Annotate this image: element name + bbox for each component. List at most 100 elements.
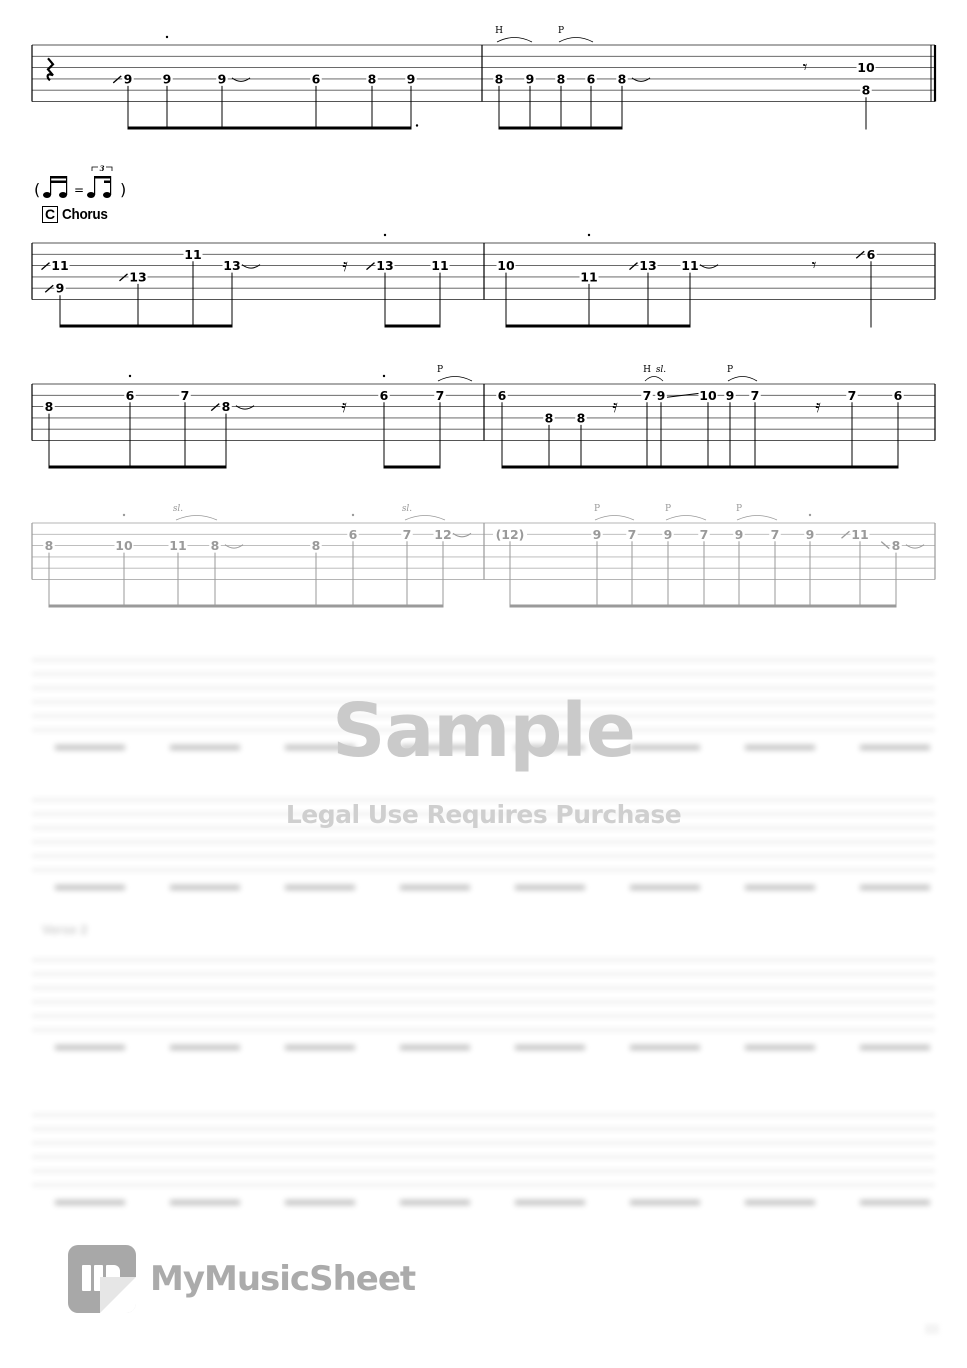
note: 7P — [434, 365, 473, 469]
beam — [167, 126, 222, 130]
fret-number: 11 — [184, 247, 201, 262]
fret-number: 10 — [115, 538, 133, 553]
watermark-title: Sample — [332, 688, 636, 774]
beam — [372, 126, 411, 130]
note: 9 — [524, 71, 536, 130]
blurred-beam — [630, 1200, 700, 1205]
technique-label: P — [736, 504, 742, 514]
note: 11 — [183, 247, 203, 328]
beam — [49, 465, 130, 469]
tie-icon — [224, 544, 244, 549]
fret-number: 9 — [735, 527, 744, 542]
note: 10 — [698, 388, 718, 469]
slide-in-icon — [880, 541, 890, 550]
fret-number: 9 — [726, 388, 735, 403]
fret-number: 11 — [169, 538, 186, 553]
equals-sign: = — [74, 183, 84, 197]
beam — [589, 324, 648, 328]
note: 9 — [405, 71, 419, 130]
beam — [128, 126, 167, 130]
note: 𝄿 — [612, 396, 618, 417]
fret-number: 7 — [700, 527, 709, 542]
measure: 11 9 13 11 13 𝄿 13 11 — [41, 233, 450, 328]
sixteenth-rest-icon: 𝄿 — [342, 255, 348, 276]
note: 8 — [43, 538, 55, 608]
tie-icon — [905, 544, 925, 549]
fret-number: 7 — [848, 388, 857, 403]
beam — [755, 465, 852, 469]
fret-number: 6 — [894, 388, 903, 403]
technique-label: P — [727, 365, 733, 375]
slide-in-icon — [629, 262, 638, 271]
note: 6 — [310, 71, 322, 130]
staccato-dot-icon — [587, 233, 591, 237]
slur-icon — [437, 376, 473, 382]
fret-number: 8 — [618, 71, 627, 86]
slide-in-icon — [44, 284, 54, 293]
beam — [510, 604, 597, 608]
beam — [661, 465, 708, 469]
fret-number: 6 — [867, 247, 876, 262]
tab-system: 8 10 11sl.8 86 7sl.12 (12) 9P7 9P7 9P7 9 118 — [31, 504, 936, 608]
fret-number: 9 — [163, 71, 172, 86]
slide-in-icon — [841, 530, 850, 539]
fret-number: 8 — [557, 71, 566, 86]
beam — [591, 126, 622, 130]
logo-icon — [68, 1245, 136, 1313]
technique-label: sl. — [402, 504, 412, 514]
note: 7 — [769, 527, 781, 608]
beam — [648, 324, 690, 328]
brand-logo: MyMusicSheet — [68, 1245, 416, 1313]
beam — [730, 465, 755, 469]
fret-number: 10 — [857, 60, 875, 75]
technique-label: P — [594, 504, 600, 514]
fret-number: 9 — [407, 71, 416, 86]
blurred-beam — [515, 1045, 585, 1050]
note: 12 — [433, 527, 472, 608]
fret-number: 9 — [664, 527, 673, 542]
note: 8 — [209, 538, 244, 608]
fret-number: 9 — [56, 281, 65, 296]
blurred-beam — [285, 885, 355, 890]
note: 13 — [119, 269, 148, 328]
section-name: Chorus — [62, 206, 108, 223]
fret-number: 6 — [380, 388, 389, 403]
note: 6 — [347, 513, 359, 608]
note: 8 — [575, 410, 587, 469]
fret-number: 8 — [545, 410, 554, 425]
fret-number: 8 — [892, 538, 901, 553]
blurred-beam — [400, 885, 470, 890]
slur-icon — [727, 376, 758, 382]
beam — [860, 604, 896, 608]
staccato-dot-icon — [122, 513, 126, 517]
section-letter-box: C — [42, 206, 59, 223]
note: 11 — [841, 527, 870, 608]
fret-number: 7 — [751, 388, 760, 403]
note: 10 8 — [856, 60, 876, 130]
staccato-dot-icon — [382, 374, 386, 378]
fret-number: 13 — [129, 269, 146, 284]
beam — [561, 126, 591, 130]
triplet-rhythm-icon: 3 — [87, 165, 113, 198]
beam — [215, 604, 316, 608]
blurred-beam — [170, 885, 240, 890]
tab-score: 9 9 9 6 8 9 8 H 9 8 P 6 8 𝄾 10 8 11 9 13 11 13 𝄿 13 11 10 11 13 11 𝄾… — [31, 26, 937, 608]
measure: 86 78 𝄿6 7P — [43, 365, 473, 469]
note: 𝄿 — [342, 255, 348, 276]
fret-number: 6 — [587, 71, 596, 86]
note: 7 — [179, 388, 191, 469]
beam — [704, 604, 739, 608]
fret-number: 9 — [593, 527, 602, 542]
blurred-beam — [400, 1200, 470, 1205]
page-number-blurred — [925, 1324, 939, 1334]
beam — [178, 604, 215, 608]
note: 9P — [591, 504, 635, 608]
note: 𝄾 — [812, 255, 817, 276]
blurred-beam — [285, 1200, 355, 1205]
note — [46, 57, 55, 82]
beam — [384, 465, 440, 469]
note: 6 — [378, 374, 390, 469]
slur-icon — [736, 515, 778, 521]
beam — [632, 604, 668, 608]
slide-in-icon — [210, 403, 220, 412]
